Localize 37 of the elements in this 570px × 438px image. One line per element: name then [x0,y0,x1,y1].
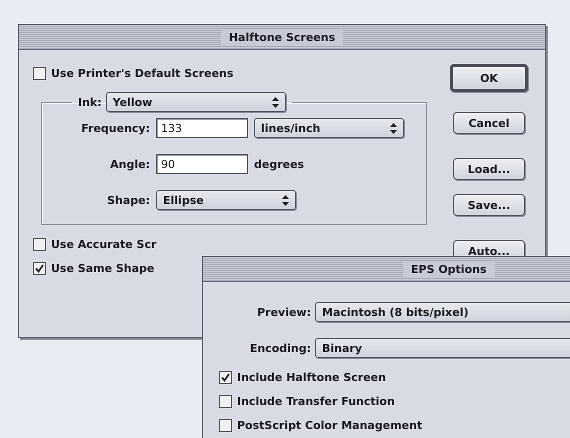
updown-arrows-icon [272,96,279,108]
popup-menu[interactable]: lines/inch [254,118,404,138]
field-label: Shape: [106,194,150,206]
popup-menu[interactable]: Binary [315,338,570,358]
checkbox-label: Include Transfer Function [237,394,395,408]
dialog-button[interactable]: Load... [453,158,525,180]
unit-label: degrees [254,158,306,170]
field-label: Encoding: [248,342,311,354]
checkbox[interactable] [33,238,46,250]
updown-arrows-icon [390,122,397,134]
ink-label: Ink: [78,96,102,108]
checkmark-icon [221,372,230,382]
field-label: Preview: [256,306,311,318]
checkbox-label: PostScript Color Management [237,418,422,432]
updown-arrows-icon [282,194,289,206]
window-title: EPS Options [403,262,495,276]
dialog-button[interactable]: Save... [453,194,525,216]
popup-menu[interactable]: Macintosh (8 bits/pixel) [315,302,570,322]
checkbox[interactable] [33,262,46,274]
input-field[interactable]: 133 [156,118,248,138]
checkbox[interactable] [219,394,232,408]
checkmark-icon [35,264,44,272]
checkbox-label: Use Same Shape [51,262,154,274]
field-label: Angle: [109,158,150,170]
checkbox-label: Use Printer's Default Screens [51,66,234,80]
checkbox[interactable] [33,66,46,80]
input-field[interactable]: 90 [156,154,248,174]
checkbox[interactable] [219,370,232,384]
checkbox-label: Use Accurate Scr [51,238,156,250]
popup-menu[interactable]: Yellow [106,92,286,112]
checkbox-label: Include Halftone Screen [237,370,386,384]
popup-menu[interactable]: Ellipse [156,190,296,210]
window-title: Halftone Screens [220,30,344,44]
field-label: Frequency: [80,122,150,134]
dialog-button[interactable]: OK [450,64,528,92]
checkbox[interactable] [219,418,232,432]
dialog-button[interactable]: Cancel [453,112,525,134]
